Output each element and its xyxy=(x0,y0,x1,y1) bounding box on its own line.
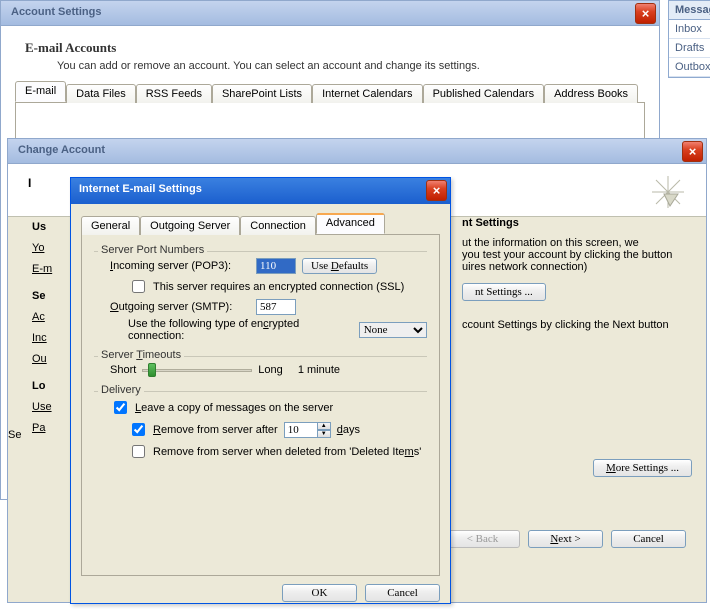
tab-email[interactable]: E-mail xyxy=(15,81,66,102)
ssl-checkbox[interactable] xyxy=(132,280,145,293)
label-incoming: Inc xyxy=(32,332,47,344)
account-settings-title: Account Settings xyxy=(11,6,101,18)
remove-after-text: Remove from server afterRemove from serv… xyxy=(153,424,278,436)
tab-sharepoint-lists[interactable]: SharePoint Lists xyxy=(212,84,312,103)
leave-copy-label[interactable]: Leave a copy of messages on the serverLe… xyxy=(110,398,333,417)
cancel-button[interactable]: Cancel xyxy=(611,530,686,548)
delivery-group: Delivery Leave a copy of messages on the… xyxy=(94,391,427,461)
leave-copy-text: Leave a copy of messages on the serverLe… xyxy=(135,402,333,414)
timeout-slider[interactable] xyxy=(142,363,252,377)
ok-button[interactable]: OK xyxy=(282,584,357,602)
change-account-titlebar: Change Account × xyxy=(8,139,706,164)
server-timeouts-group: Server TimeoutsServer Timeouts Short Lon… xyxy=(94,356,427,377)
account-settings-tabstrip: E-mail Data Files RSS Feeds SharePoint L… xyxy=(15,80,645,102)
email-settings-title: Internet E-mail Settings xyxy=(79,183,202,195)
incoming-server-label: Incoming server (POP3): Incoming server … xyxy=(110,260,250,272)
searching-fragment: Se xyxy=(8,429,21,441)
tab-connection[interactable]: Connection xyxy=(240,216,316,235)
tab-rss-feeds[interactable]: RSS Feeds xyxy=(136,84,212,103)
label-user-info: Us xyxy=(32,221,46,233)
encryption-type-select[interactable]: None xyxy=(359,322,427,338)
test-settings-heading: nt Settings xyxy=(462,217,519,229)
remove-after-checkbox[interactable] xyxy=(132,423,145,436)
test-desc-line1: ut the information on this screen, we xyxy=(462,237,692,249)
timeout-value: 1 minute xyxy=(298,364,340,376)
tab-address-books[interactable]: Address Books xyxy=(544,84,638,103)
email-accounts-desc: You can add or remove an account. You ca… xyxy=(25,56,635,72)
tab-data-files[interactable]: Data Files xyxy=(66,84,136,103)
wizard-star-icon xyxy=(650,174,686,218)
left-column-fragments: Us Yo E-m Se Ac Inc Ou Lo Use Pa xyxy=(32,217,60,439)
remove-after-label[interactable]: Remove from server afterRemove from serv… xyxy=(128,420,278,439)
messages-item-outbox[interactable]: Outbox xyxy=(669,58,710,77)
days-label: daysdays xyxy=(337,424,360,436)
tab-advanced[interactable]: Advanced xyxy=(316,213,385,234)
delivery-legend: Delivery xyxy=(98,384,144,396)
tab-published-calendars[interactable]: Published Calendars xyxy=(423,84,545,103)
label-outgoing: Ou xyxy=(32,353,47,365)
remove-days-input[interactable] xyxy=(284,422,318,438)
cancel-button[interactable]: Cancel xyxy=(365,584,440,602)
test-account-settings-button[interactable]: nt Settings ... xyxy=(462,283,546,301)
remove-days-spinner[interactable]: ▲▼ xyxy=(284,422,331,438)
server-timeouts-legend: Server TimeoutsServer Timeouts xyxy=(98,349,184,361)
label-logon-info: Lo xyxy=(32,380,45,392)
label-your-name: Yo xyxy=(32,242,44,254)
timeout-long-label: Long xyxy=(258,364,282,376)
server-port-numbers-group: Server Port Numbers Incoming server (POP… xyxy=(94,251,427,342)
more-settings-button[interactable]: MMore Settings ...ore Settings ... xyxy=(593,459,692,477)
label-email: E-m xyxy=(32,263,52,275)
next-button[interactable]: Next > xyxy=(528,530,603,548)
tab-general[interactable]: General xyxy=(81,216,140,235)
email-settings-dialog: Internet E-mail Settings × General Outgo… xyxy=(70,177,451,604)
spinner-down-icon[interactable]: ▼ xyxy=(317,430,331,438)
messages-header: Messages xyxy=(669,1,710,20)
test-desc-line3: uires network connection) xyxy=(462,261,692,273)
leave-copy-checkbox[interactable] xyxy=(114,401,127,414)
spinner-up-icon[interactable]: ▲ xyxy=(317,422,331,430)
email-settings-tabstrip: General Outgoing Server Connection Advan… xyxy=(81,212,440,234)
advanced-tab-panel: Server Port Numbers Incoming server (POP… xyxy=(81,234,440,576)
next-instruction: ccount Settings by clicking the Next but… xyxy=(462,319,692,331)
remove-deleted-checkbox[interactable] xyxy=(132,445,145,458)
messages-item-drafts[interactable]: Drafts xyxy=(669,39,710,58)
incoming-port-input[interactable] xyxy=(256,258,296,274)
use-defaults-button[interactable]: Use DefaultsUse Defaults xyxy=(302,258,377,274)
email-settings-titlebar: Internet E-mail Settings × xyxy=(71,178,450,204)
label-username: Use xyxy=(32,401,52,413)
tab-internet-calendars[interactable]: Internet Calendars xyxy=(312,84,423,103)
close-icon[interactable]: × xyxy=(682,141,703,162)
back-button[interactable]: < Back xyxy=(445,530,520,548)
close-icon[interactable]: × xyxy=(426,180,447,201)
right-column: nt Settings ut the information on this s… xyxy=(462,217,692,477)
wizard-heading-fragment: I xyxy=(28,176,31,190)
outgoing-port-input[interactable] xyxy=(256,299,296,315)
messages-item-inbox[interactable]: Inbox xyxy=(669,20,710,39)
remove-deleted-label[interactable]: Remove from server when deleted from 'De… xyxy=(128,442,421,461)
label-account-type: Ac xyxy=(32,311,45,323)
account-settings-titlebar: Account Settings × xyxy=(1,1,659,26)
change-account-title: Change Account xyxy=(18,144,105,156)
label-password: Pa xyxy=(32,422,45,434)
close-icon[interactable]: × xyxy=(635,3,656,24)
server-port-numbers-legend: Server Port Numbers xyxy=(98,244,207,256)
remove-deleted-text: Remove from server when deleted from 'De… xyxy=(153,446,421,458)
dialog-footer: OK Cancel xyxy=(71,576,450,610)
encryption-type-label: Use the following type of encrypted conn… xyxy=(128,318,353,342)
tab-outgoing-server[interactable]: Outgoing Server xyxy=(140,216,240,235)
wizard-footer: < Back Next > Next > Cancel xyxy=(445,530,686,548)
ssl-label-text: This server requires an encrypted connec… xyxy=(153,281,404,293)
messages-panel: Messages Inbox Drafts Outbox xyxy=(668,0,710,78)
email-accounts-heading: E-mail Accounts xyxy=(25,40,635,56)
ssl-checkbox-label[interactable]: This server requires an encrypted connec… xyxy=(128,277,404,296)
account-settings-header-section: E-mail Accounts You can add or remove an… xyxy=(1,26,659,80)
outgoing-server-label: Outgoing server (SMTP): Outgoing server … xyxy=(110,301,250,313)
label-server-info: Se xyxy=(32,290,45,302)
timeout-short-label: Short xyxy=(110,364,136,376)
test-desc-line2: you test your account by clicking the bu… xyxy=(462,249,692,261)
